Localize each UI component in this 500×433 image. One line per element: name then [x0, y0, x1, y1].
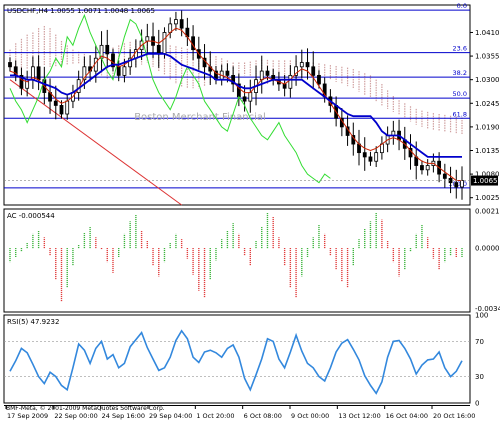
candle-body [248, 92, 253, 102]
candle-body [317, 74, 321, 85]
candle-body [225, 70, 230, 76]
candle-body [36, 66, 41, 81]
candle-body [288, 74, 293, 89]
time-tick-label: 17 Sep 2009 [7, 412, 48, 420]
time-tick-label: 20 Oct 16:00 [433, 412, 475, 420]
candle-body [442, 173, 447, 179]
ac-pane[interactable] [3, 208, 471, 313]
rsi-pane[interactable] [3, 314, 471, 404]
time-tick-label: 29 Sep 04:00 [149, 412, 192, 420]
candle-body [374, 152, 379, 162]
time-tick-label: 24 Sep 16:00 [102, 412, 145, 420]
price-tick-label: 1.0410 [475, 29, 500, 37]
candle-body [460, 180, 464, 188]
candle-body [162, 32, 167, 55]
candle-body [65, 100, 70, 115]
price-tick-label: 1.0025 [475, 194, 500, 202]
rsi-axis-label: 70 [475, 338, 484, 346]
candle-body [59, 105, 64, 115]
candle-body [179, 19, 184, 29]
price-tick-label: 1.0190 [475, 123, 500, 131]
candle-body [8, 62, 12, 68]
time-tick-label: 6 Oct 08:00 [244, 412, 282, 420]
price-pane[interactable] [3, 4, 471, 206]
candle-body [362, 152, 367, 158]
time-tick-label: 1 Oct 20:00 [196, 412, 234, 420]
current-price-label: 1.0065 [473, 177, 498, 185]
fibonacci-level-label: 38.2 [453, 69, 467, 77]
price-tick-label: 1.0135 [475, 147, 500, 155]
candle-body [259, 70, 264, 81]
time-tick-label: 13 Oct 12:00 [338, 412, 380, 420]
ac-axis-label: 0.0000 [475, 245, 500, 253]
candle-body [122, 66, 127, 76]
candle-body [53, 100, 58, 106]
fibonacci-level-label: 23.6 [453, 45, 467, 53]
candle-body [116, 66, 121, 76]
ac-indicator-label: AC -0.000544 [7, 212, 55, 220]
watermark-text: Boston Merchant Financial [134, 112, 266, 123]
candle-body [311, 66, 316, 76]
rsi-axis-label: 100 [475, 312, 488, 320]
candle-body [145, 36, 150, 42]
price-tick-label: 1.0245 [475, 100, 500, 108]
price-tick-label: 1.0300 [475, 76, 500, 84]
rsi-axis-label: 0 [475, 400, 479, 408]
candle-body [368, 156, 373, 162]
candle-body [156, 44, 161, 55]
rsi-axis-label: 30 [475, 373, 484, 381]
candle-body [242, 96, 247, 102]
candle-body [265, 70, 270, 76]
candle-body [282, 83, 287, 89]
fibonacci-level-label: 61.8 [453, 110, 467, 118]
chart-header-label: USDCHF,H4 1.0055 1.0071 1.0048 1.0065 [7, 7, 155, 15]
ac-axis-label: 0.0021 [475, 207, 500, 215]
trading-chart-window[interactable]: 0.023.638.250.061.8100.0Boston Merchant … [0, 0, 500, 429]
candle-body [174, 19, 178, 25]
candle-body [299, 62, 304, 68]
fibonacci-level-label: 0.0 [457, 2, 467, 10]
candle-body [305, 62, 310, 68]
chart-canvas[interactable]: 0.023.638.250.061.8100.0Boston Merchant … [0, 0, 500, 429]
time-tick-label: 9 Oct 00:00 [291, 412, 329, 420]
price-tick-label: 1.0355 [475, 53, 500, 61]
rsi-indicator-label: RSI(5) 47.9232 [7, 318, 59, 326]
time-tick-label: 22 Sep 00:00 [54, 412, 97, 420]
time-tick-label: 16 Oct 04:00 [386, 412, 428, 420]
candle-body [425, 165, 430, 171]
candle-body [105, 44, 110, 55]
candle-body [420, 165, 424, 171]
copyright-label: BMF-Meta, © 2001-2009 MetaQuotes Softwar… [6, 405, 165, 412]
candle-body [454, 182, 459, 188]
fibonacci-level-label: 50.0 [453, 90, 467, 98]
